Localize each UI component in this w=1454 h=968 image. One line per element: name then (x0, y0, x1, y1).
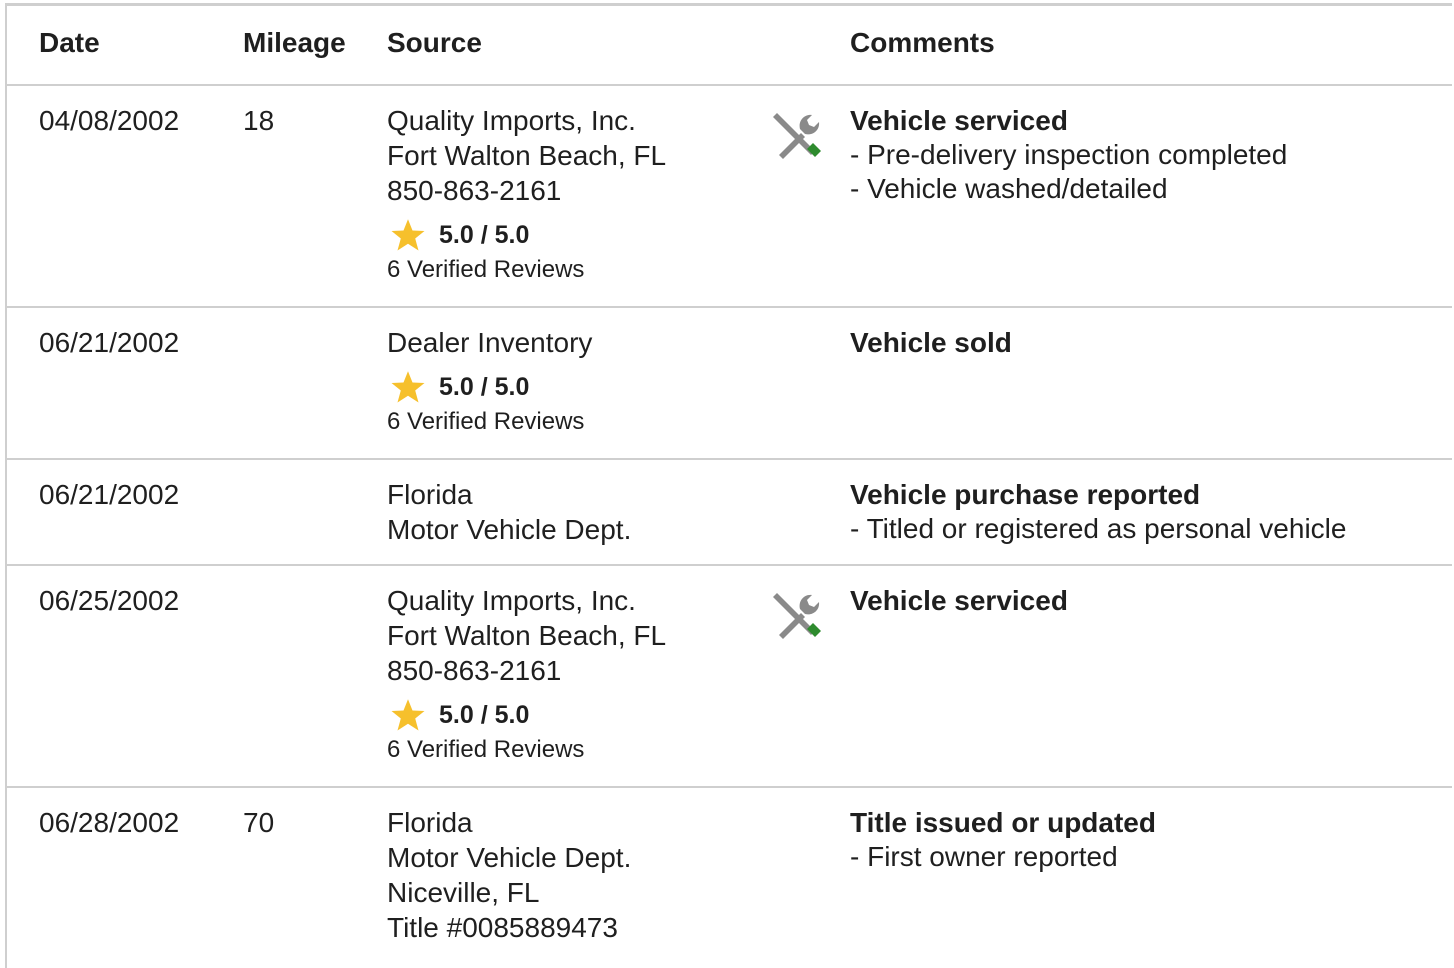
row-source: Florida Motor Vehicle Dept. (387, 477, 631, 547)
source-line: Motor Vehicle Dept. (387, 514, 632, 545)
dealer-rating[interactable]: 5.0 / 5.0 (387, 370, 592, 404)
source-line: Dealer Inventory (387, 327, 593, 358)
row-comments: Vehicle purchase reported - Titled or re… (850, 477, 1346, 546)
comment-title: Vehicle sold (850, 327, 1012, 358)
row-icon (767, 583, 825, 650)
source-line: Florida (387, 807, 473, 838)
source-line: Title #0085889473 (387, 912, 618, 943)
header-comments: Comments (850, 27, 995, 58)
row-icon (767, 103, 825, 170)
rating-value: 5.0 / 5.0 (439, 373, 530, 401)
row-comments: Vehicle serviced - Pre-delivery inspecti… (850, 103, 1287, 206)
source-line: Fort Walton Beach, FL (387, 620, 667, 651)
table-row: 06/21/2002 Florida Motor Vehicle Dept. V… (7, 460, 1452, 566)
row-date: 06/28/2002 (39, 807, 180, 838)
table-row: 06/28/2002 70 Florida Motor Vehicle Dept… (7, 788, 1452, 968)
table-row: 06/21/2002 Dealer Inventory 5.0 / 5.0 6 … (7, 308, 1452, 460)
comment-detail: - Vehicle washed/detailed (850, 173, 1168, 204)
row-source: Quality Imports, Inc. Fort Walton Beach,… (387, 583, 666, 766)
reviews-link[interactable]: 6 Verified Reviews (387, 734, 666, 766)
comment-detail: - Titled or registered as personal vehic… (850, 513, 1347, 544)
star-icon (391, 371, 425, 403)
row-date: 06/25/2002 (39, 585, 180, 616)
rating-value: 5.0 / 5.0 (439, 221, 530, 249)
row-date: 04/08/2002 (39, 105, 180, 136)
comment-detail: - First owner reported (850, 841, 1118, 872)
star-icon (391, 219, 425, 251)
table-header-row: Date Mileage Source Comments (7, 6, 1452, 86)
service-tools-icon (773, 113, 821, 159)
source-line: Quality Imports, Inc. (387, 585, 636, 616)
dealer-rating[interactable]: 5.0 / 5.0 (387, 698, 666, 732)
row-mileage: 18 (243, 105, 275, 136)
vehicle-history-table: Date Mileage Source Comments 04/08/2002 … (5, 3, 1452, 968)
reviews-link[interactable]: 6 Verified Reviews (387, 406, 592, 438)
row-comments: Vehicle serviced (850, 583, 1068, 618)
header-mileage: Mileage (243, 27, 346, 58)
row-source: Dealer Inventory 5.0 / 5.0 6 Verified Re… (387, 325, 592, 438)
source-line: 850-863-2161 (387, 175, 562, 206)
comment-detail: - Pre-delivery inspection completed (850, 139, 1288, 170)
header-source: Source (387, 27, 482, 58)
dealer-rating[interactable]: 5.0 / 5.0 (387, 218, 666, 252)
comment-title: Title issued or updated (850, 807, 1156, 838)
table-row: 04/08/2002 18 Quality Imports, Inc. Fort… (7, 86, 1452, 308)
table-row: 06/25/2002 Quality Imports, Inc. Fort Wa… (7, 566, 1452, 788)
source-line: Fort Walton Beach, FL (387, 140, 667, 171)
source-line: Niceville, FL (387, 877, 540, 908)
comment-title: Vehicle serviced (850, 105, 1068, 136)
source-line: Florida (387, 479, 473, 510)
source-line: Quality Imports, Inc. (387, 105, 636, 136)
rating-value: 5.0 / 5.0 (439, 701, 530, 729)
row-date: 06/21/2002 (39, 327, 180, 358)
comment-title: Vehicle serviced (850, 585, 1068, 616)
row-source: Florida Motor Vehicle Dept. Niceville, F… (387, 805, 631, 945)
row-comments: Title issued or updated - First owner re… (850, 805, 1156, 874)
source-line: Motor Vehicle Dept. (387, 842, 632, 873)
row-comments: Vehicle sold (850, 325, 1012, 360)
star-icon (391, 699, 425, 731)
service-tools-icon (773, 593, 821, 639)
reviews-link[interactable]: 6 Verified Reviews (387, 254, 666, 286)
row-source: Quality Imports, Inc. Fort Walton Beach,… (387, 103, 666, 286)
source-line: 850-863-2161 (387, 655, 562, 686)
header-date: Date (39, 27, 100, 58)
comment-title: Vehicle purchase reported (850, 479, 1201, 510)
row-date: 06/21/2002 (39, 479, 180, 510)
row-mileage: 70 (243, 807, 275, 838)
